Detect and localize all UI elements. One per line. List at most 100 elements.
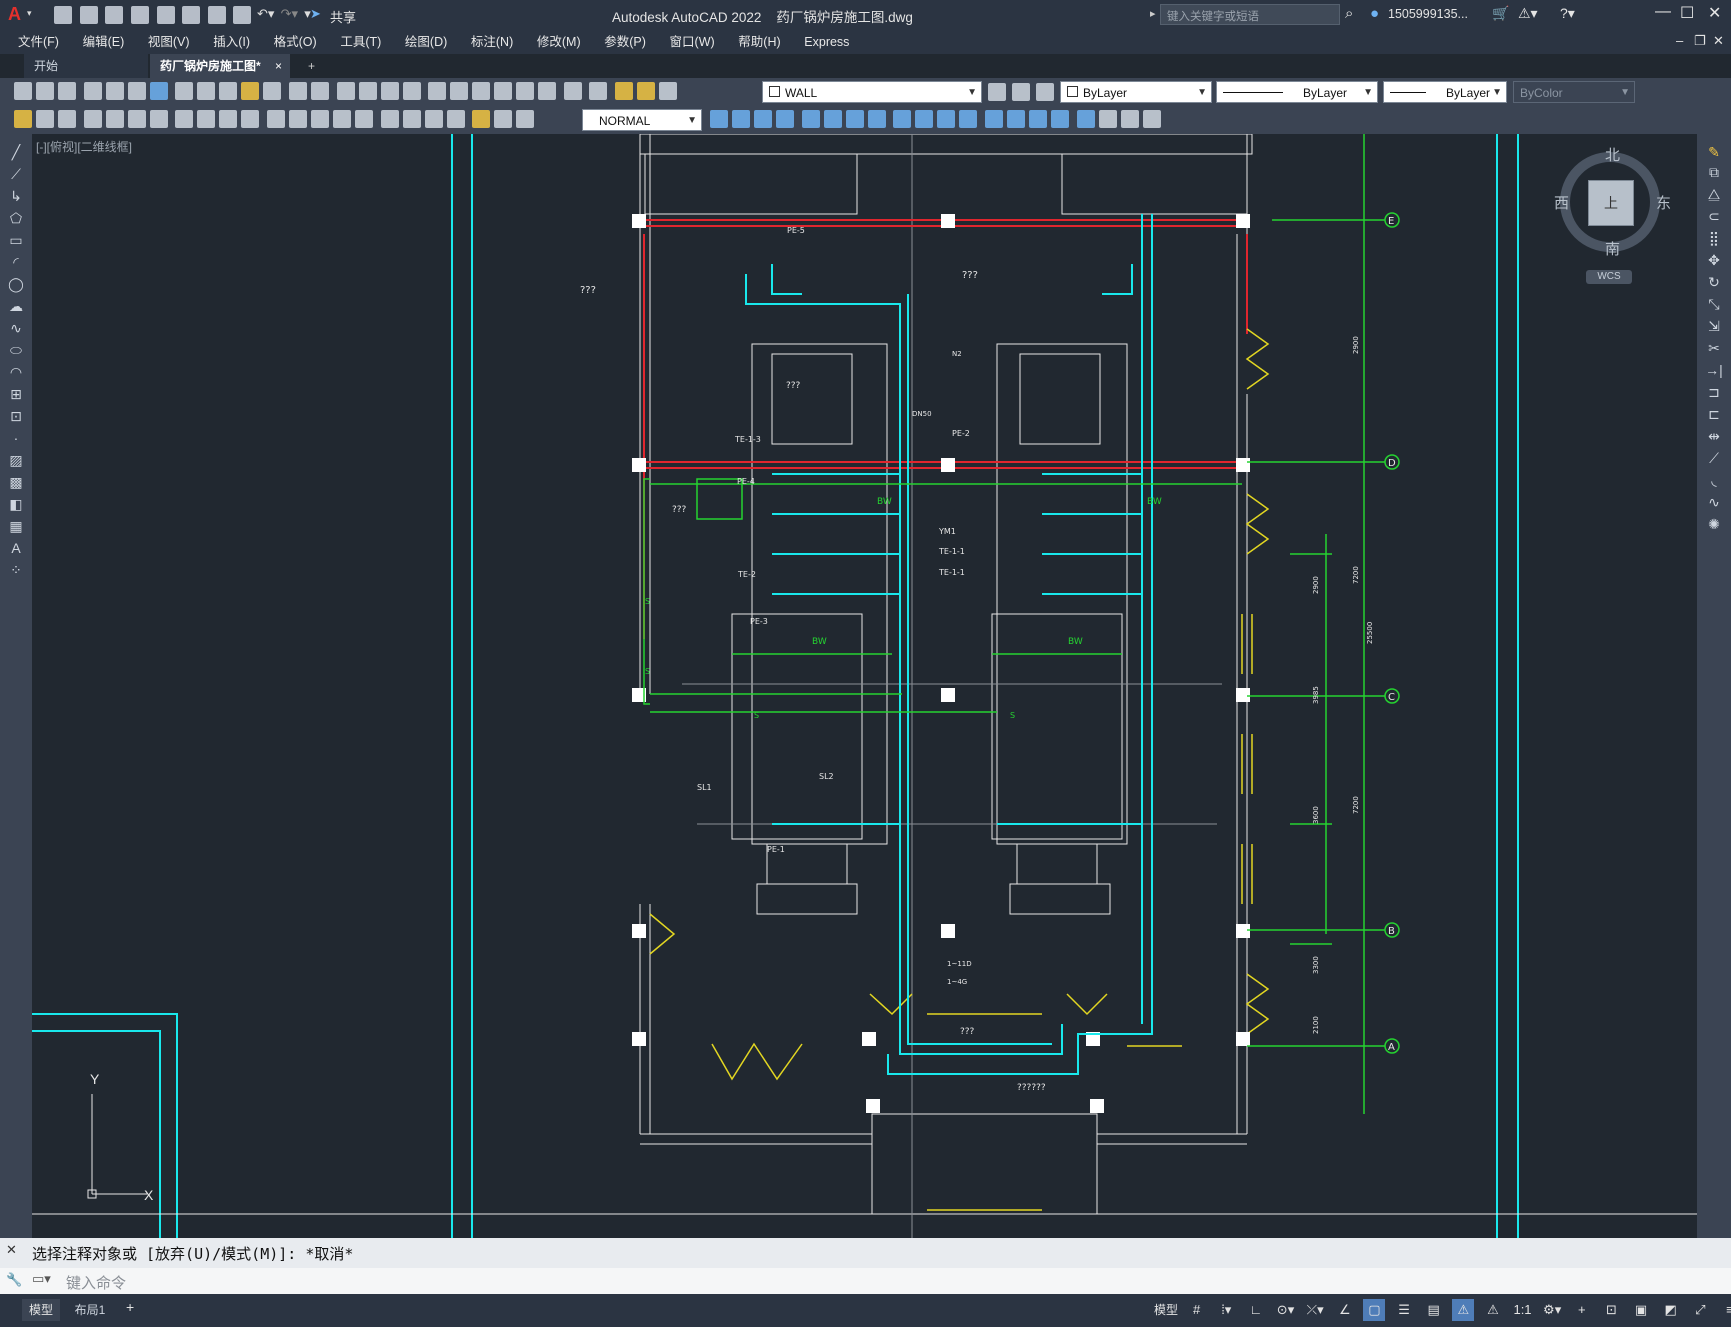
qnew-icon[interactable] <box>14 82 32 100</box>
share-button[interactable]: 共享 <box>330 7 356 26</box>
zoom-window-icon[interactable] <box>380 82 399 100</box>
cart-icon[interactable]: 🛒 <box>1492 5 1509 22</box>
zoom-realtime-icon[interactable] <box>358 82 377 100</box>
dim-baseline-icon[interactable] <box>288 110 307 128</box>
explode-icon[interactable] <box>1076 110 1095 128</box>
menu-tools[interactable]: 工具(T) <box>330 30 391 54</box>
ellipse-arc-icon[interactable]: ◠ <box>7 364 25 380</box>
help-icon[interactable] <box>563 82 582 100</box>
tab-model[interactable]: 模型 <box>22 1299 60 1321</box>
menu-express[interactable]: Express <box>794 30 859 54</box>
lineweight-icon[interactable]: ☰ <box>1393 1299 1415 1321</box>
isodraft-icon[interactable]: ⤫▾ <box>1304 1299 1326 1321</box>
compass-east[interactable]: 东 <box>1656 192 1671 213</box>
preview-icon[interactable] <box>105 82 124 100</box>
dimstyle-icon[interactable] <box>710 110 728 128</box>
copy-icon[interactable] <box>732 110 750 128</box>
jogged-linear-icon[interactable] <box>446 110 465 128</box>
note-icon[interactable] <box>36 110 54 128</box>
dim-update-icon[interactable] <box>516 110 535 128</box>
text-front-icon[interactable] <box>1142 110 1161 128</box>
autoscale-icon[interactable]: ⚠ <box>1482 1299 1504 1321</box>
insert-block-icon[interactable]: ⊞ <box>7 386 25 402</box>
close-icon[interactable]: ✕ <box>1708 3 1721 23</box>
undo-icon[interactable]: ↶▾ <box>257 6 277 22</box>
mirror-icon[interactable]: ⧋ <box>1705 186 1723 202</box>
fillet-icon[interactable] <box>1028 110 1047 128</box>
ellipse-icon[interactable]: ⬭ <box>7 342 25 358</box>
units-icon[interactable]: ⊡ <box>1600 1299 1622 1321</box>
menu-edit[interactable]: 编辑(E) <box>73 30 135 54</box>
paste-icon[interactable] <box>219 82 238 100</box>
color-dropdown[interactable]: ByLayer ▼ <box>1060 81 1212 103</box>
qdim-icon[interactable] <box>266 110 285 128</box>
dimtedit-icon[interactable] <box>494 110 513 128</box>
trim-icon[interactable]: ✂ <box>1705 340 1723 356</box>
open-icon[interactable] <box>36 82 54 100</box>
dim-ordinate-icon[interactable] <box>149 110 168 128</box>
line-icon[interactable]: ╱ <box>7 144 25 160</box>
blend-icon[interactable] <box>1050 110 1069 128</box>
spline-icon[interactable]: ∿ <box>7 320 25 336</box>
user-name[interactable]: 1505999135... <box>1388 7 1468 21</box>
dim-space-icon[interactable] <box>332 110 351 128</box>
minimize-icon[interactable]: — <box>1655 3 1671 21</box>
design-center-icon[interactable] <box>450 82 469 100</box>
tool-palettes-icon[interactable] <box>472 82 491 100</box>
menu-view[interactable]: 视图(V) <box>138 30 200 54</box>
menu-modify[interactable]: 修改(M) <box>527 30 591 54</box>
break-point-icon[interactable]: ⊐ <box>1705 384 1723 400</box>
layer-on-icon[interactable] <box>615 82 633 100</box>
gradient-icon[interactable]: ▩ <box>7 474 25 490</box>
edit-icon[interactable] <box>14 110 32 128</box>
layer-previous-icon[interactable] <box>1012 83 1030 101</box>
polyline-icon[interactable]: ↳ <box>7 188 25 204</box>
make-block-icon[interactable]: ⊡ <box>7 408 25 424</box>
stretch-icon[interactable] <box>893 110 912 128</box>
layer-lock-icon[interactable] <box>659 82 677 100</box>
plot-icon[interactable] <box>207 6 226 24</box>
inspect-icon[interactable] <box>424 110 443 128</box>
viewcube[interactable]: 上 北 南 西 东 WCS <box>1552 144 1672 284</box>
menu-draw[interactable]: 绘图(D) <box>395 30 457 54</box>
draworder-icon[interactable] <box>1098 110 1117 128</box>
hatch-icon[interactable]: ▨ <box>7 452 25 468</box>
annotation-visibility-icon[interactable]: ⚠ <box>1452 1299 1475 1321</box>
dim-diameter-icon[interactable] <box>219 110 238 128</box>
chamfer-icon[interactable]: ⟋ <box>1705 450 1723 466</box>
layer-freeze-icon[interactable] <box>637 82 655 100</box>
tab-drawing[interactable]: 药厂锅炉房施工图* × <box>150 54 290 78</box>
markup-icon[interactable] <box>516 82 535 100</box>
dim-angular-icon[interactable] <box>241 110 260 128</box>
customization-icon[interactable]: ≡ <box>1719 1299 1731 1321</box>
osnap-icon[interactable]: ▢ <box>1363 1299 1386 1321</box>
table-icon[interactable]: ▦ <box>7 518 25 534</box>
layer-dropdown[interactable]: WALL ▼ <box>762 81 982 103</box>
tab-start[interactable]: 开始 <box>24 54 148 78</box>
chamfer-icon[interactable] <box>1006 110 1025 128</box>
matchprop-icon[interactable] <box>241 82 260 100</box>
dim-radius-icon[interactable] <box>175 110 194 128</box>
block-editor-icon[interactable] <box>263 82 282 100</box>
pan-icon[interactable] <box>336 82 355 100</box>
fullscreen-icon[interactable]: ⤢ <box>1689 1299 1711 1321</box>
dim-linear-icon[interactable] <box>83 110 102 128</box>
quickcalc-icon[interactable] <box>538 82 557 100</box>
new-tab-button[interactable]: + <box>298 54 322 78</box>
dim-continue-icon[interactable] <box>310 110 329 128</box>
maximize-icon[interactable]: ☐ <box>1680 3 1694 23</box>
doc-restore-icon[interactable]: ❐ <box>1694 33 1706 49</box>
scale-icon[interactable] <box>867 110 886 128</box>
dim-break-icon[interactable] <box>354 110 373 128</box>
compass-south[interactable]: 南 <box>1605 238 1620 259</box>
viewcube-face-top[interactable]: 上 <box>1588 180 1634 226</box>
erase-icon[interactable]: ✎ <box>1705 144 1723 160</box>
annotation-scale[interactable]: 1:1 <box>1512 1299 1534 1321</box>
array-icon[interactable]: ⣿ <box>1705 230 1723 246</box>
search-expand-icon[interactable]: ▸ <box>1150 7 1156 20</box>
circle-icon[interactable]: ◯ <box>7 276 25 292</box>
web-mobile-save-icon[interactable] <box>182 6 201 24</box>
search-input[interactable]: 键入关键字或短语 <box>1167 8 1259 24</box>
array-icon[interactable] <box>801 110 820 128</box>
extend-icon[interactable] <box>937 110 956 128</box>
